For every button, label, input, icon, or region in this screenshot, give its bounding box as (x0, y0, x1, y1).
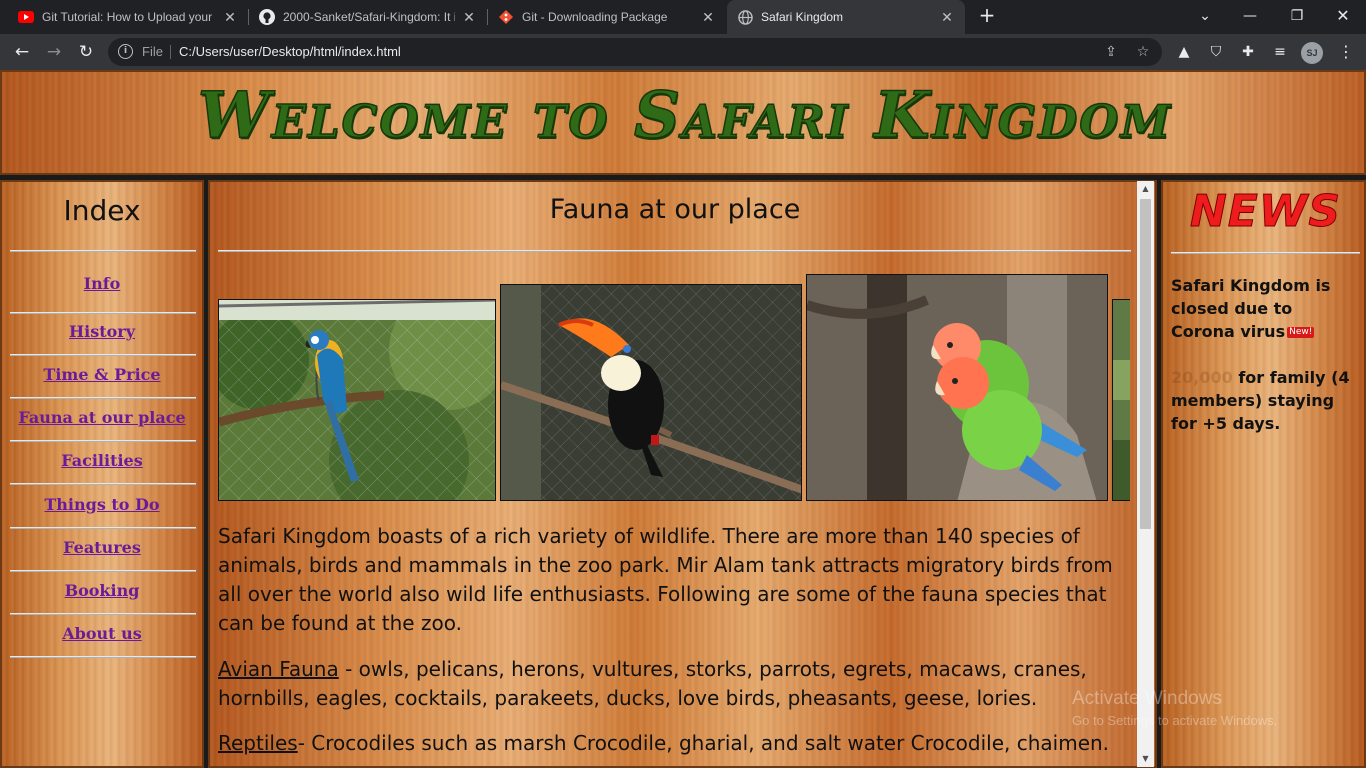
header-title: Welcome to Safari Kingdom (197, 77, 1173, 154)
close-tab-icon[interactable]: ✕ (700, 9, 716, 26)
tab-git-tutorial[interactable]: Git Tutorial: How to Upload your ✕ (8, 0, 248, 34)
divider (10, 312, 196, 314)
tab-title: 2000-Sanket/Safari-Kingdom: It i (283, 10, 455, 24)
index-link-facilities[interactable]: Facilities (2, 451, 202, 470)
reptiles-link[interactable]: Reptiles (218, 731, 298, 755)
index-sidebar: Index Info History Time & Price Fauna at… (0, 180, 204, 768)
index-link-history[interactable]: History (2, 322, 202, 341)
divider (10, 613, 196, 615)
bookmark-star-icon[interactable]: ☆ (1134, 43, 1152, 61)
shield-icon[interactable]: ⛉ (1206, 42, 1226, 62)
tab-title: Git Tutorial: How to Upload your (42, 10, 213, 24)
news-title: NEWS (1189, 186, 1342, 238)
divider (10, 397, 196, 399)
main-title: Fauna at our place (549, 194, 801, 225)
scheme-label: File (142, 44, 163, 59)
fauna-intro-text: Safari Kingdom boasts of a rich variety … (218, 524, 1113, 635)
media-control-icon[interactable]: ≡ (1270, 42, 1290, 62)
extensions-puzzle-icon[interactable]: ✚ (1238, 42, 1258, 62)
toucan-photo (500, 284, 802, 501)
tab-github[interactable]: 2000-Sanket/Safari-Kingdom: It i ✕ (249, 0, 487, 34)
divider (10, 354, 196, 356)
partial-photo (1112, 299, 1130, 501)
divider (10, 570, 196, 572)
browser-toolbar: ← → ↻ i File C:/Users/user/Desktop/html/… (0, 34, 1366, 70)
divider (10, 656, 196, 658)
close-tab-icon[interactable]: ✕ (461, 9, 477, 26)
scroll-up-arrow-icon[interactable]: ▲ (1137, 181, 1154, 197)
divider (218, 250, 1131, 252)
news-item-closure: Safari Kingdom is closed due to Corona v… (1171, 274, 1361, 343)
site-info-icon[interactable]: i (118, 44, 133, 59)
scrollbar-thumb[interactable] (1140, 199, 1151, 529)
scroll-down-arrow-icon[interactable]: ▼ (1137, 751, 1154, 767)
github-icon (259, 9, 275, 25)
git-icon (498, 9, 514, 25)
main-content: Fauna at our place Safari Kingdom boasts… (208, 180, 1157, 768)
index-link-about-us[interactable]: About us (2, 624, 202, 643)
macaw-photo (218, 299, 496, 501)
new-tab-button[interactable]: + (977, 5, 997, 26)
index-link-things-to-do[interactable]: Things to Do (2, 495, 202, 514)
news-sidebar: NEWS Safari Kingdom is closed due to Cor… (1161, 180, 1366, 768)
menu-icon[interactable]: ⋮ (1338, 42, 1354, 62)
url-text[interactable]: C:/Users/user/Desktop/html/index.html (179, 44, 401, 59)
activate-windows-watermark: Activate Windows Go to Settings to activ… (1072, 688, 1277, 728)
index-link-features[interactable]: Features (2, 538, 202, 557)
page-viewport: Welcome to Safari Kingdom Index Info His… (0, 70, 1366, 768)
index-title: Index (63, 194, 141, 227)
back-button[interactable]: ← (10, 40, 34, 64)
minimize-button[interactable]: — (1238, 4, 1262, 28)
offer-price: 20,000 (1171, 368, 1233, 387)
photo-gallery[interactable] (218, 274, 1130, 502)
avian-paragraph: Avian Fauna - owls, pelicans, herons, vu… (218, 655, 1123, 713)
watermark-subtitle: Go to Settings to activate Windows. (1072, 713, 1278, 728)
forward-button[interactable]: → (42, 40, 66, 64)
page-header: Welcome to Safari Kingdom (0, 70, 1366, 175)
extension-icon[interactable]: ▲ (1174, 42, 1194, 62)
avian-list: - owls, pelicans, herons, vultures, stor… (218, 657, 1087, 710)
divider (10, 527, 196, 529)
tab-search-icon[interactable]: ⌄ (1193, 4, 1217, 28)
index-link-info[interactable]: Info (2, 274, 202, 293)
address-divider (170, 45, 171, 59)
divider (10, 250, 196, 252)
youtube-icon (18, 9, 34, 25)
main-scrollbar[interactable]: ▲ ▼ (1137, 181, 1154, 767)
close-tab-icon[interactable]: ✕ (939, 9, 955, 26)
share-icon[interactable]: ⇪ (1102, 43, 1120, 61)
tab-strip: Git Tutorial: How to Upload your ✕ 2000-… (0, 0, 1366, 34)
avian-fauna-link[interactable]: Avian Fauna (218, 657, 339, 681)
index-link-fauna[interactable]: Fauna at our place (2, 408, 202, 427)
divider (10, 440, 196, 442)
divider (1171, 252, 1360, 254)
reload-button[interactable]: ↻ (74, 40, 98, 64)
lovebirds-photo (806, 274, 1108, 501)
news-item-offer: 20,000 for family (4 members) staying fo… (1171, 366, 1361, 435)
tab-git-download[interactable]: Git - Downloading Package ✕ (488, 0, 726, 34)
tab-safari-kingdom[interactable]: Safari Kingdom ✕ (727, 0, 965, 34)
address-bar[interactable]: i File C:/Users/user/Desktop/html/index.… (108, 38, 1162, 66)
tab-title: Safari Kingdom (761, 10, 844, 24)
watermark-title: Activate Windows (1072, 688, 1222, 709)
reptiles-paragraph: Reptiles- Crocodiles such as marsh Croco… (218, 729, 1123, 758)
reptiles-list: - Crocodiles such as marsh Crocodile, gh… (297, 731, 1110, 755)
close-tab-icon[interactable]: ✕ (222, 9, 238, 26)
restore-button[interactable]: ❐ (1285, 4, 1309, 28)
divider (10, 483, 196, 485)
new-badge: New! (1287, 327, 1315, 338)
close-window-button[interactable]: ✕ (1331, 4, 1355, 28)
index-link-booking[interactable]: Booking (2, 581, 202, 600)
index-link-time-price[interactable]: Time & Price (2, 365, 202, 384)
profile-avatar[interactable]: SJ (1301, 42, 1323, 64)
tab-title: Git - Downloading Package (522, 10, 668, 24)
globe-icon (737, 9, 753, 25)
